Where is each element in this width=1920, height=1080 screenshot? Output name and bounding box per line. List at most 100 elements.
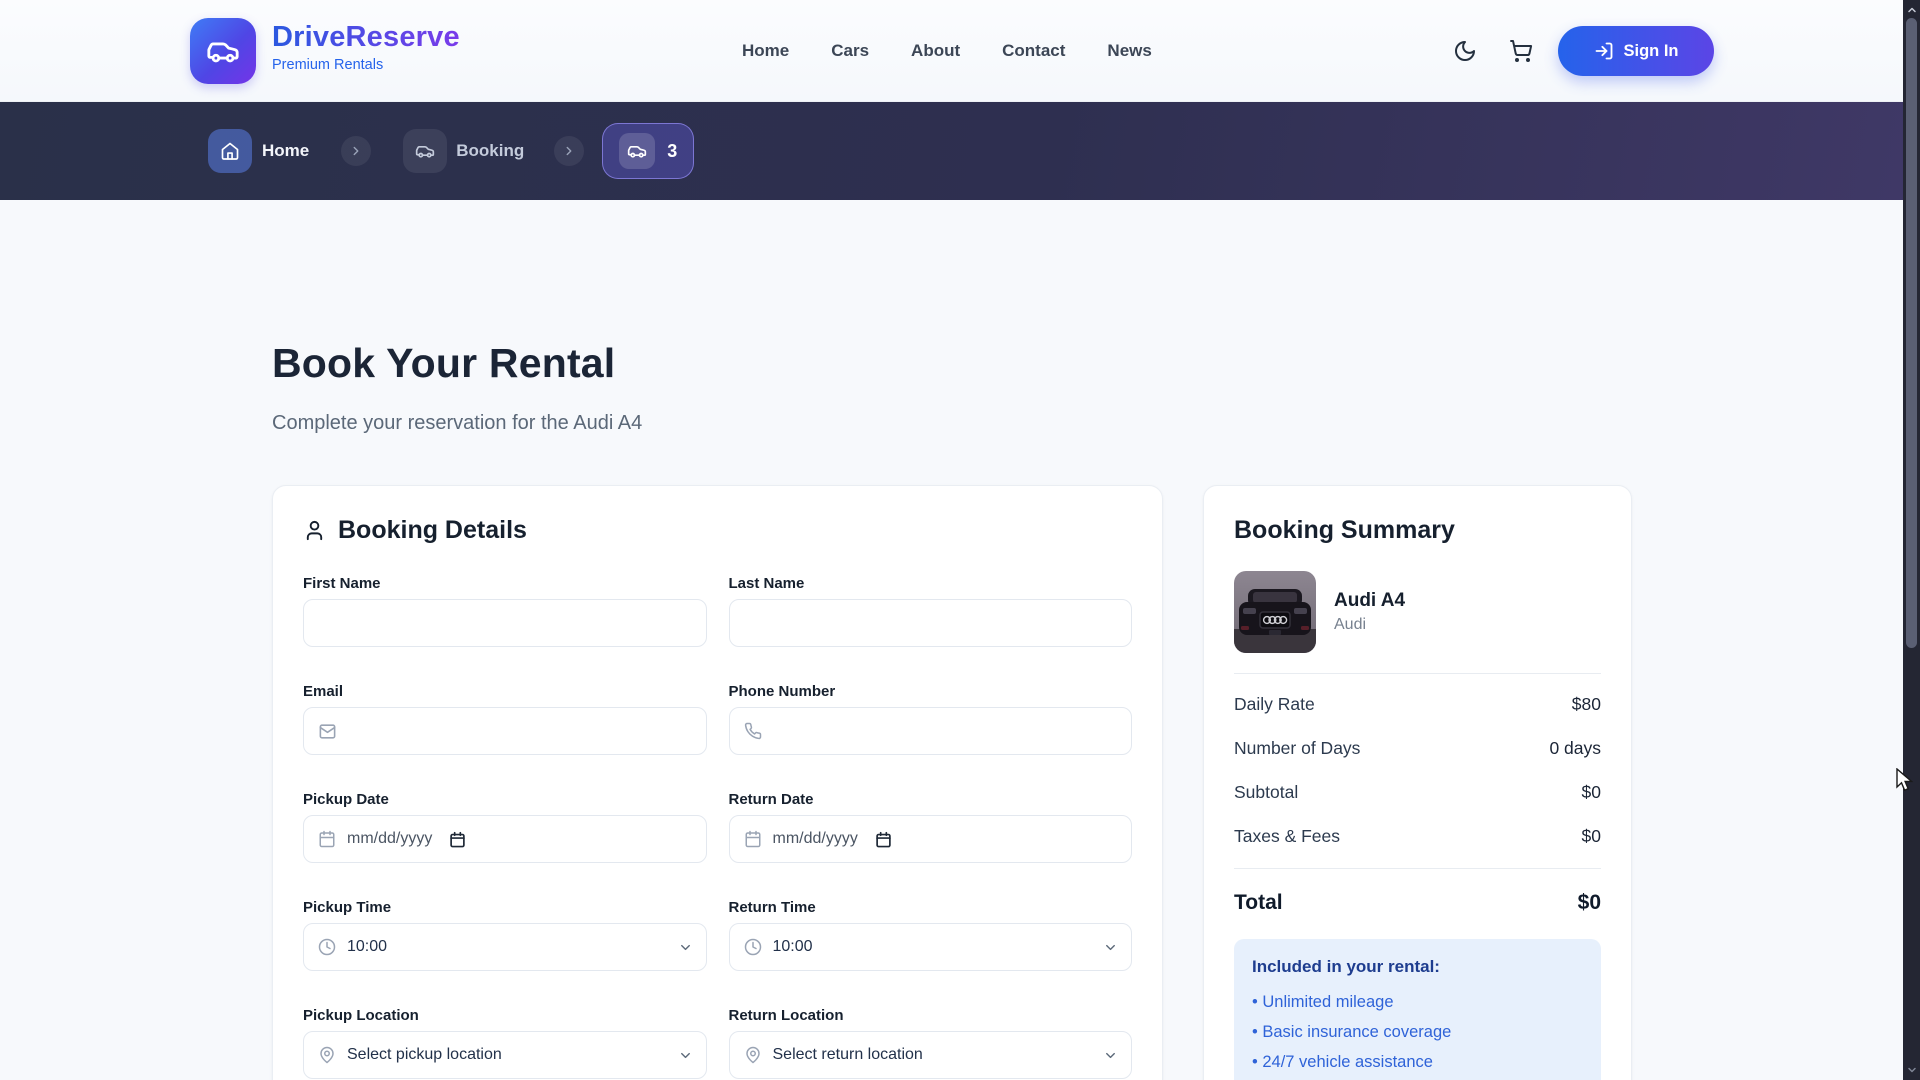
summary-row-daily-rate: Daily Rate $80 [1234,682,1601,726]
pickup-date-input[interactable]: mm/dd/yyyy [303,815,707,863]
summary-row-value: $0 [1582,782,1601,803]
phone-label: Phone Number [729,683,1133,700]
pickup-date-label: Pickup Date [303,791,707,808]
chevron-right-icon [341,136,371,166]
included-item: • Basic insurance coverage [1252,1017,1583,1047]
booking-details-header: Booking Details [303,516,1132,545]
car-icon [619,133,655,169]
chevron-down-icon [678,940,693,955]
breadcrumb-booking-label[interactable]: Booking [456,141,524,161]
return-date-input[interactable]: mm/dd/yyyy [729,815,1133,863]
user-icon [303,519,326,542]
breadcrumb-home-chip[interactable] [208,129,252,173]
login-icon [1594,41,1614,61]
last-name-input[interactable] [729,599,1133,647]
email-label: Email [303,683,707,700]
return-time-value: 10:00 [773,938,813,956]
email-input[interactable] [303,707,707,755]
breadcrumb-band: Home Booking 3 [0,102,1903,200]
scrollbar-thumb[interactable] [1906,18,1917,648]
field-pickup-time: Pickup Time 10:00 [303,899,707,971]
included-item: • 24/7 vehicle assistance [1252,1047,1583,1077]
brand-tagline: Premium Rentals [272,57,460,73]
return-location-label: Return Location [729,1007,1133,1024]
sign-in-button[interactable]: Sign In [1558,26,1714,76]
brand-name[interactable]: DriveReserve [272,21,460,54]
sign-in-label: Sign In [1624,42,1679,61]
chevron-down-icon [1103,1048,1118,1063]
field-first-name: First Name [303,575,707,647]
map-pin-icon [318,1046,336,1064]
nav-item-news[interactable]: News [1107,41,1151,61]
first-name-label: First Name [303,575,707,592]
booking-summary-card: Booking Summary [1203,485,1632,1080]
first-name-input[interactable] [303,599,707,647]
last-name-label: Last Name [729,575,1133,592]
brand-logo[interactable] [190,18,256,84]
included-item: • Unlimited mileage [1252,987,1583,1017]
browser-viewport: DriveReserve Premium Rentals Home Cars A… [0,0,1920,1080]
summary-row-label: Taxes & Fees [1234,826,1340,847]
summary-row-value: $0 [1582,826,1601,847]
field-return-time: Return Time 10:00 [729,899,1133,971]
scrollbar-up-arrow[interactable] [1903,2,1920,18]
field-email: Email [303,683,707,755]
nav-item-cars[interactable]: Cars [831,41,869,61]
field-last-name: Last Name [729,575,1133,647]
date-picker-icon[interactable] [875,831,892,848]
car-icon [415,141,435,161]
booking-details-title: Booking Details [338,516,527,545]
summary-car-row: Audi A4 Audi [1234,571,1601,653]
total-label: Total [1234,891,1283,915]
return-date-label: Return Date [729,791,1133,808]
cart-icon[interactable] [1508,38,1534,64]
summary-car-brand: Audi [1334,616,1405,634]
page-scrollbar[interactable] [1903,0,1920,1080]
return-location-value: Select return location [773,1046,923,1064]
moon-icon[interactable] [1452,38,1478,64]
field-pickup-date: Pickup Date mm/dd/yyyy [303,791,707,863]
field-phone: Phone Number [729,683,1133,755]
return-location-select[interactable]: Select return location [729,1031,1133,1079]
nav-item-about[interactable]: About [911,41,960,61]
field-return-location: Return Location Select return location [729,1007,1133,1079]
date-picker-icon[interactable] [449,831,466,848]
calendar-icon [744,830,762,848]
car-image [1234,571,1316,653]
pickup-location-label: Pickup Location [303,1007,707,1024]
home-icon [220,141,240,161]
pickup-time-value: 10:00 [347,938,387,956]
pickup-time-label: Pickup Time [303,899,707,916]
phone-input[interactable] [729,707,1133,755]
phone-icon [744,722,762,740]
breadcrumb-booking-chip[interactable] [403,129,447,173]
booking-details-card: Booking Details First Name Last Name Ema… [272,485,1163,1080]
summary-row-days: Number of Days 0 days [1234,726,1601,770]
page-title: Book Your Rental [272,340,615,387]
header-actions: Sign In [1452,0,1714,102]
booking-summary-title: Booking Summary [1234,516,1601,545]
breadcrumb-home-label[interactable]: Home [262,141,309,161]
summary-total-row: Total $0 [1234,877,1601,921]
breadcrumb-current-step[interactable]: 3 [602,123,694,179]
divider [1234,673,1601,674]
page-subtitle: Complete your reservation for the Audi A… [272,412,642,435]
pickup-time-select[interactable]: 10:00 [303,923,707,971]
map-pin-icon [744,1046,762,1064]
main-nav: Home Cars About Contact News [742,0,1152,102]
step-number-badge: 3 [667,141,677,162]
summary-row-taxes: Taxes & Fees $0 [1234,814,1601,858]
divider [1234,868,1601,869]
clock-icon [318,938,336,956]
return-time-select[interactable]: 10:00 [729,923,1133,971]
field-return-date: Return Date mm/dd/yyyy [729,791,1133,863]
return-date-value: mm/dd/yyyy [773,830,858,848]
summary-row-label: Number of Days [1234,738,1360,759]
nav-item-home[interactable]: Home [742,41,789,61]
scrollbar-down-arrow[interactable] [1903,1062,1920,1078]
included-box: Included in your rental: • Unlimited mil… [1234,939,1601,1080]
mail-icon [318,722,337,741]
pickup-location-select[interactable]: Select pickup location [303,1031,707,1079]
nav-item-contact[interactable]: Contact [1002,41,1065,61]
included-list: • Unlimited mileage • Basic insurance co… [1252,987,1583,1077]
